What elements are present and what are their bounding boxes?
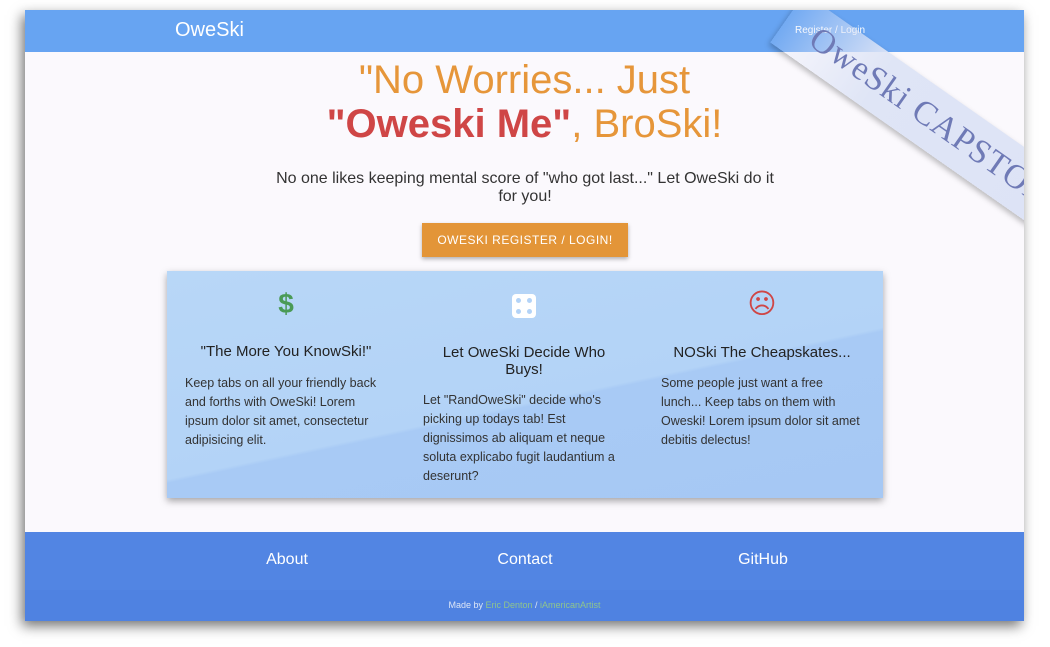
feature-column: Let OweSki Decide Who Buys! Let "RandOwe… xyxy=(423,271,625,498)
dice-icon xyxy=(423,289,625,319)
hero-subtitle: No one likes keeping mental score of "wh… xyxy=(276,170,774,205)
author-link[interactable]: Eric Denton xyxy=(485,600,532,610)
feature-title: Let OweSki Decide Who Buys! xyxy=(442,344,606,378)
footer-link-about[interactable]: About xyxy=(227,551,347,569)
footer-nav: About Contact GitHub xyxy=(25,532,1024,590)
feature-text: Keep tabs on all your friendly back and … xyxy=(185,376,377,447)
features-panel: $ "The More You KnowSki!" Keep tabs on a… xyxy=(167,271,883,498)
feature-column: $ "The More You KnowSki!" Keep tabs on a… xyxy=(185,271,387,498)
made-by-label: Made by xyxy=(448,600,486,610)
brand-logo[interactable]: OweSki xyxy=(175,19,244,42)
register-login-button[interactable]: OWESKI REGISTER / LOGIN! xyxy=(422,223,628,257)
feature-text: Some people just want a free lunch... Ke… xyxy=(661,376,860,447)
feature-text: Let "RandOweSki" decide who's picking up… xyxy=(423,393,615,483)
feature-title: "The More You KnowSki!" xyxy=(200,343,372,360)
dollar-icon: $ xyxy=(278,288,294,319)
frown-icon: ☹ xyxy=(747,288,777,319)
page-frame: OweSki Register / Login "No Worries... J… xyxy=(25,10,1024,621)
footer-link-contact[interactable]: Contact xyxy=(465,551,585,569)
hero-title-rest: , BroSki! xyxy=(571,102,723,146)
feature-title: NOSki The Cheapskates... xyxy=(673,344,851,361)
feature-column: ☹ NOSki The Cheapskates... Some people j… xyxy=(661,271,863,498)
footer-link-github[interactable]: GitHub xyxy=(703,551,823,569)
footer-credits: Made by Eric Denton / iAmericanArtist xyxy=(25,590,1024,621)
hero-title-bold: "Oweski Me" xyxy=(326,102,572,146)
credits-separator: / xyxy=(532,600,541,610)
author-handle-link[interactable]: iAmericanArtist xyxy=(540,600,601,610)
